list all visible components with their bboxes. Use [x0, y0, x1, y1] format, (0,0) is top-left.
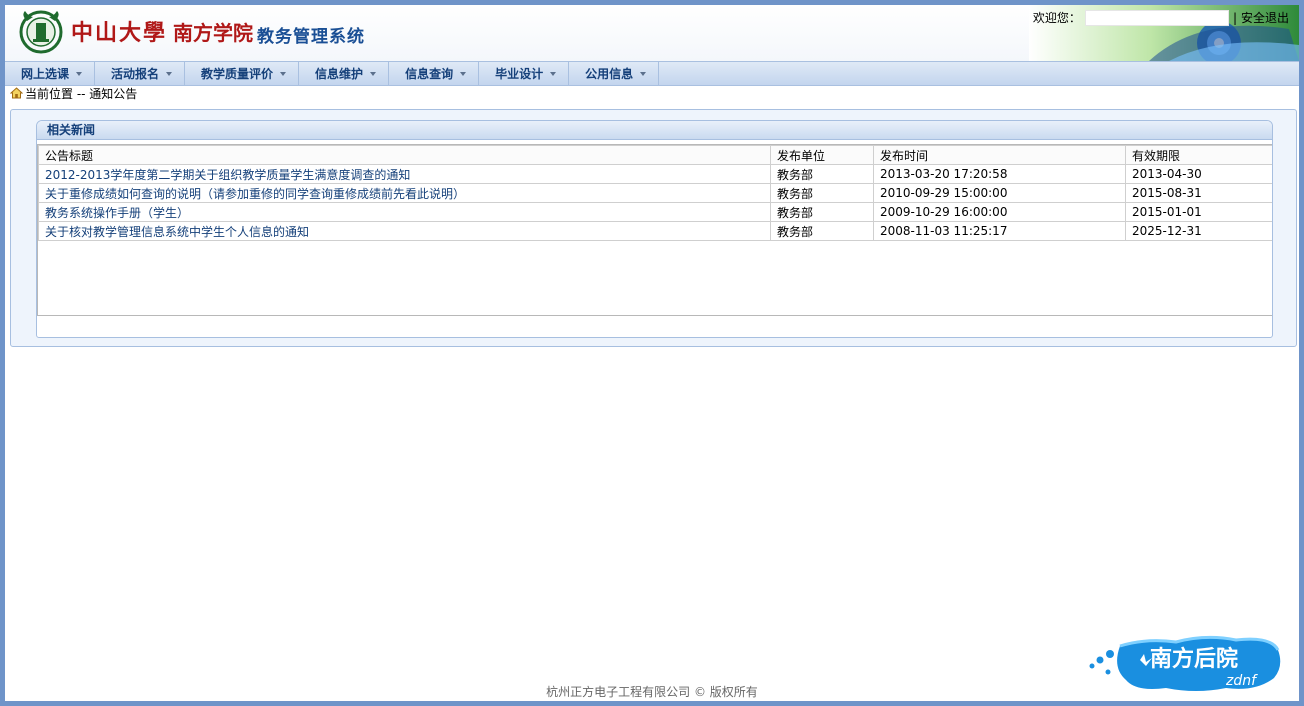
caret-down-icon: [370, 71, 377, 76]
menu-label: 信息查询: [405, 67, 454, 81]
table-row: 关于重修成绩如何查询的说明（请参加重修的同学查询重修成绩前先看此说明） 教务部 …: [38, 183, 1272, 203]
username-display: [1084, 9, 1229, 26]
table-row: 关于核对教学管理信息系统中学生个人信息的通知 教务部 2008-11-03 11…: [38, 221, 1272, 241]
menu-label: 公用信息: [585, 67, 634, 81]
menu-label: 毕业设计: [495, 67, 544, 81]
menu-info-query[interactable]: 信息查询: [389, 62, 480, 85]
system-title: 教务管理系统: [257, 27, 365, 47]
home-icon: [10, 87, 23, 99]
news-table: 公告标题 发布单位 发布时间 有效期限 2012-2013学年度第二学期关于组织…: [38, 145, 1272, 241]
menu-teaching-evaluation[interactable]: 教学质量评价: [185, 62, 300, 85]
expiry-cell: 2025-12-31: [1125, 221, 1272, 241]
separator: |: [1232, 10, 1237, 25]
publish-time-cell: 2009-10-29 16:00:00: [873, 202, 1126, 222]
caret-down-icon: [550, 71, 557, 76]
publish-time-cell: 2013-03-20 17:20:58: [873, 164, 1126, 184]
publisher-cell: 教务部: [770, 202, 874, 222]
expiry-cell: 2015-01-01: [1125, 202, 1272, 222]
notice-link[interactable]: 教务系统操作手册（学生）: [45, 206, 189, 220]
publish-time-cell: 2010-09-29 15:00:00: [873, 183, 1126, 203]
school-name: 南方学院: [173, 21, 253, 45]
caret-down-icon: [76, 71, 83, 76]
column-header-title: 公告标题: [38, 145, 771, 165]
content-area: 相关新闻 公告标题 发布单位 发布时间 有效期限 2012-2013学年度第二学…: [10, 109, 1297, 347]
logout-link[interactable]: 安全退出: [1241, 9, 1289, 26]
notice-link[interactable]: 关于重修成绩如何查询的说明（请参加重修的同学查询重修成绩前先看此说明）: [45, 187, 465, 201]
header: 中山大學 南方学院 教务管理系统 欢迎您： | 安全退出: [5, 5, 1299, 61]
menu-graduation-project[interactable]: 毕业设计: [479, 62, 570, 85]
welcome-label: 欢迎您：: [1032, 11, 1081, 25]
publisher-cell: 教务部: [770, 183, 874, 203]
column-header-publish-time: 发布时间: [873, 145, 1126, 165]
menu-label: 网上选课: [21, 67, 70, 81]
caret-down-icon: [460, 71, 467, 76]
menu-activity-registration[interactable]: 活动报名: [95, 62, 186, 85]
news-grid: 公告标题 发布单位 发布时间 有效期限 2012-2013学年度第二学期关于组织…: [37, 144, 1272, 316]
notice-link[interactable]: 关于核对教学管理信息系统中学生个人信息的通知: [45, 225, 309, 239]
table-row: 2012-2013学年度第二学期关于组织教学质量学生满意度调查的通知 教务部 2…: [38, 164, 1272, 184]
panel-title: 相关新闻: [37, 121, 1272, 140]
window-frame: [0, 0, 1304, 706]
table-row: 教务系统操作手册（学生） 教务部 2009-10-29 16:00:00 201…: [38, 202, 1272, 222]
notice-link[interactable]: 2012-2013学年度第二学期关于组织教学质量学生满意度调查的通知: [45, 168, 410, 182]
column-header-publisher: 发布单位: [770, 145, 874, 165]
table-header-row: 公告标题 发布单位 发布时间 有效期限: [38, 145, 1272, 165]
publisher-cell: 教务部: [770, 164, 874, 184]
breadcrumb-text: 当前位置 -- 通知公告: [25, 86, 138, 101]
footer-copyright: 杭州正方电子工程有限公司 © 版权所有: [546, 685, 758, 699]
menu-online-course-selection[interactable]: 网上选课: [5, 62, 96, 85]
menu-info-maintenance[interactable]: 信息维护: [299, 62, 390, 85]
publisher-cell: 教务部: [770, 221, 874, 241]
menu-label: 教学质量评价: [201, 67, 274, 81]
menu-public-info[interactable]: 公用信息: [569, 62, 660, 85]
corner-logo-text: 南方后院: [1150, 646, 1238, 672]
caret-down-icon: [280, 71, 287, 76]
caret-down-icon: [166, 71, 173, 76]
university-seal-icon: [19, 10, 63, 54]
welcome-bar: 欢迎您： | 安全退出: [1033, 9, 1289, 26]
news-panel: 相关新闻 公告标题 发布单位 发布时间 有效期限 2012-2013学年度第二学…: [36, 120, 1273, 338]
expiry-cell: 2015-08-31: [1125, 183, 1272, 203]
caret-down-icon: [640, 71, 647, 76]
publish-time-cell: 2008-11-03 11:25:17: [873, 221, 1126, 241]
main-menu: 网上选课 活动报名 教学质量评价 信息维护 信息查询 毕业设计 公用信息: [5, 61, 1299, 86]
column-header-expiry: 有效期限: [1125, 145, 1272, 165]
expiry-cell: 2013-04-30: [1125, 164, 1272, 184]
menu-label: 活动报名: [111, 67, 160, 81]
breadcrumb: 当前位置 -- 通知公告: [10, 85, 137, 101]
menu-label: 信息维护: [315, 67, 364, 81]
university-logo-text: 中山大學: [71, 20, 168, 46]
